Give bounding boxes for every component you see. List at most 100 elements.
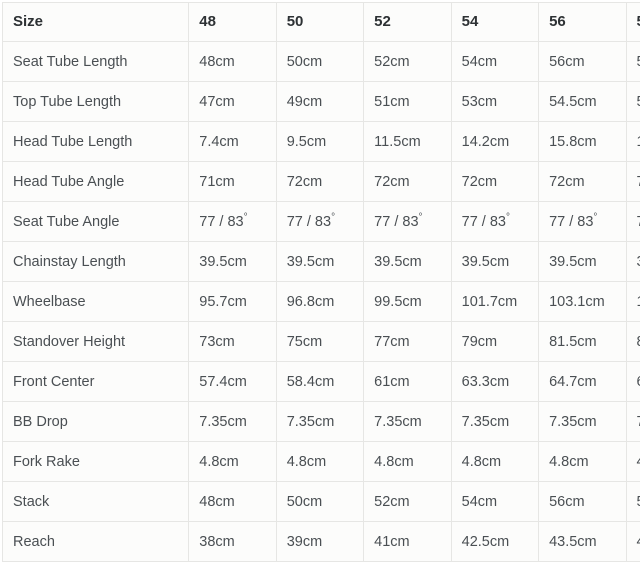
table-row: Standover Height 73cm 75cm 77cm 79cm 81.… <box>3 322 640 362</box>
table-cell: 4.8cm <box>364 442 451 482</box>
table-cell: 51cm <box>364 82 451 122</box>
table-cell: 18.4cm <box>626 122 640 162</box>
table-row: Head Tube Angle 71cm 72cm 72cm 72cm 72cm… <box>3 162 640 202</box>
table-cell: 72cm <box>539 162 626 202</box>
table-cell: 56cm <box>539 482 626 522</box>
table-row: Wheelbase 95.7cm 96.8cm 99.5cm 101.7cm 1… <box>3 282 640 322</box>
table-cell: 72cm <box>364 162 451 202</box>
table-cell: 7.35cm <box>539 402 626 442</box>
table-body: Seat Tube Length 48cm 50cm 52cm 54cm 56c… <box>3 42 640 562</box>
table-cell: 39.5cm <box>451 242 538 282</box>
table-cell: 77cm <box>364 322 451 362</box>
row-label: Wheelbase <box>3 282 189 322</box>
table-cell: 99.5cm <box>364 282 451 322</box>
table-cell: 79cm <box>451 322 538 362</box>
table-cell: 48cm <box>189 42 276 82</box>
row-label: BB Drop <box>3 402 189 442</box>
table-cell: 39.5cm <box>626 242 640 282</box>
table-cell: 103.1cm <box>539 282 626 322</box>
column-header-52: 52 <box>364 3 451 42</box>
table-cell: 7.35cm <box>189 402 276 442</box>
table-cell: 54cm <box>451 482 538 522</box>
row-label: Seat Tube Angle <box>3 202 189 242</box>
table-cell: 52cm <box>364 482 451 522</box>
table-cell: 4.8cm <box>626 442 640 482</box>
table-cell: 56cm <box>626 82 640 122</box>
table-cell: 4.8cm <box>539 442 626 482</box>
table-cell: 39.5cm <box>189 242 276 282</box>
table-cell: 56cm <box>539 42 626 82</box>
column-header-58-5: 58.5 <box>626 3 640 42</box>
table-cell: 4.8cm <box>189 442 276 482</box>
table-cell: 53cm <box>451 82 538 122</box>
table-cell: 7.4cm <box>189 122 276 162</box>
table-cell: 9.5cm <box>276 122 363 162</box>
row-label: Chainstay Length <box>3 242 189 282</box>
table-cell: 77 / 83° <box>189 202 276 242</box>
table-cell: 48cm <box>189 482 276 522</box>
column-header-56: 56 <box>539 3 626 42</box>
table-cell: 81.5cm <box>539 322 626 362</box>
table-header-row: Size 48 50 52 54 56 58.5 <box>3 3 640 42</box>
table-cell: 101.7cm <box>451 282 538 322</box>
table-cell: 77 / 83° <box>626 202 640 242</box>
row-label: Standover Height <box>3 322 189 362</box>
table-cell: 7.35cm <box>626 402 640 442</box>
table-cell: 50cm <box>276 482 363 522</box>
column-header-54: 54 <box>451 3 538 42</box>
table-row: Seat Tube Angle 77 / 83° 77 / 83° 77 / 8… <box>3 202 640 242</box>
table-cell: 63.3cm <box>451 362 538 402</box>
column-header-size: Size <box>3 3 189 42</box>
table-cell: 77 / 83° <box>276 202 363 242</box>
table-row: Head Tube Length 7.4cm 9.5cm 11.5cm 14.2… <box>3 122 640 162</box>
row-label: Seat Tube Length <box>3 42 189 82</box>
table-cell: 64.7cm <box>539 362 626 402</box>
table-row: Front Center 57.4cm 58.4cm 61cm 63.3cm 6… <box>3 362 640 402</box>
table-cell: 4.8cm <box>451 442 538 482</box>
table-cell: 50cm <box>276 42 363 82</box>
column-header-50: 50 <box>276 3 363 42</box>
table-cell: 77 / 83° <box>451 202 538 242</box>
table-cell: 72cm <box>626 162 640 202</box>
table-cell: 75cm <box>276 322 363 362</box>
bike-geometry-table: Size 48 50 52 54 56 58.5 Seat Tube Lengt… <box>2 2 640 562</box>
table-row: BB Drop 7.35cm 7.35cm 7.35cm 7.35cm 7.35… <box>3 402 640 442</box>
row-label: Top Tube Length <box>3 82 189 122</box>
table-row: Chainstay Length 39.5cm 39.5cm 39.5cm 39… <box>3 242 640 282</box>
table-row: Stack 48cm 50cm 52cm 54cm 56cm 58.5cm <box>3 482 640 522</box>
table-cell: 84cm <box>626 322 640 362</box>
table-row: Top Tube Length 47cm 49cm 51cm 53cm 54.5… <box>3 82 640 122</box>
table-cell: 72cm <box>451 162 538 202</box>
table-row: Fork Rake 4.8cm 4.8cm 4.8cm 4.8cm 4.8cm … <box>3 442 640 482</box>
table-cell: 47cm <box>189 82 276 122</box>
row-label: Fork Rake <box>3 442 189 482</box>
table-cell: 66.5cm <box>626 362 640 402</box>
table-cell: 71cm <box>189 162 276 202</box>
table-cell: 15.8cm <box>539 122 626 162</box>
row-label: Stack <box>3 482 189 522</box>
table-cell: 7.35cm <box>276 402 363 442</box>
table-cell: 58.4cm <box>276 362 363 402</box>
table-cell: 77 / 83° <box>539 202 626 242</box>
table-cell: 7.35cm <box>364 402 451 442</box>
row-label: Head Tube Angle <box>3 162 189 202</box>
column-header-48: 48 <box>189 3 276 42</box>
table-cell: 11.5cm <box>364 122 451 162</box>
table-cell: 52cm <box>364 42 451 82</box>
table-cell: 39.5cm <box>539 242 626 282</box>
table-cell: 61cm <box>364 362 451 402</box>
geometry-table-container: Size 48 50 52 54 56 58.5 Seat Tube Lengt… <box>0 0 640 556</box>
table-cell: 57.4cm <box>189 362 276 402</box>
table-cell: 14.2cm <box>451 122 538 162</box>
table-cell: 54.5cm <box>539 82 626 122</box>
table-cell: 72cm <box>276 162 363 202</box>
table-cell: 7.35cm <box>451 402 538 442</box>
table-cell: 58.5cm <box>626 42 640 82</box>
table-cell: 4.8cm <box>276 442 363 482</box>
table-row: Seat Tube Length 48cm 50cm 52cm 54cm 56c… <box>3 42 640 82</box>
table-cell: 95.7cm <box>189 282 276 322</box>
table-cell: 58.5cm <box>626 482 640 522</box>
table-cell: 39.5cm <box>364 242 451 282</box>
table-cell: 77 / 83° <box>364 202 451 242</box>
table-header: Size 48 50 52 54 56 58.5 <box>3 3 640 42</box>
